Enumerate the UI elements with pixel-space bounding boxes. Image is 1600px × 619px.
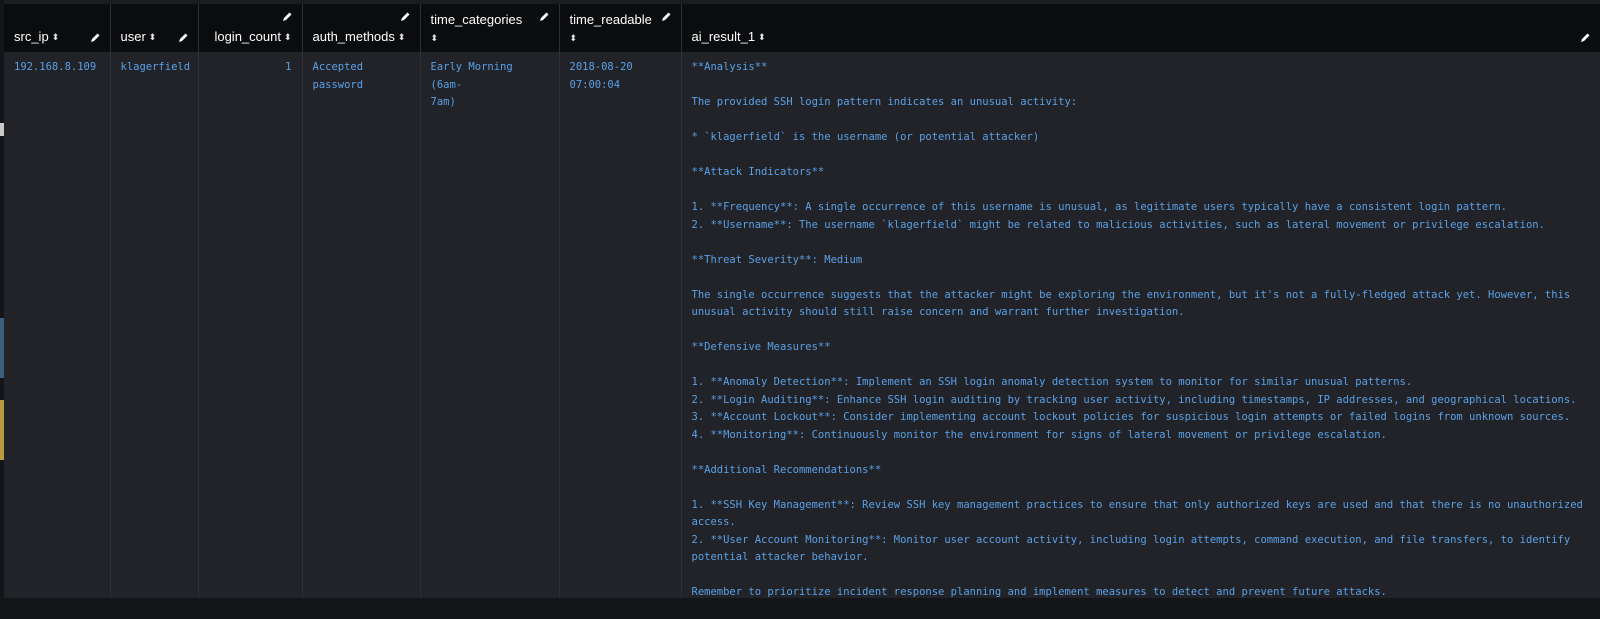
column-header-label: time_readable [569,12,652,27]
ai-result-line: * `klagerfield` is the username (or pote… [691,131,1040,143]
cell-ai-result-1[interactable]: **Analysis** The provided SSH login patte… [681,52,1600,611]
ai-result-line [692,234,1590,252]
ai-result-line: **Defensive Measures** [691,341,831,353]
column-header-time-readable[interactable]: time_readable ⬍ [559,4,682,52]
cell-value-line: Early Morning (6am- [430,61,513,91]
bottom-bar [4,598,1600,619]
column-header-label: user [120,29,146,44]
results-table: src_ip ⬍ user ⬍ login_count ⬍ auth_methods ⬍… [4,4,1600,611]
pencil-icon[interactable] [538,11,550,23]
cell-login-count[interactable]: 1 [198,52,303,611]
ai-result-line [692,269,1590,287]
cell-user[interactable]: klagerfield [110,52,199,611]
cell-value: klagerfield [120,61,191,73]
cell-value-line: password [312,78,364,91]
ai-result-line: **Additional Recommendations** [691,463,882,476]
ai-result-line [692,77,1590,95]
column-header-time-categories[interactable]: time_categories ⬍ [420,4,560,52]
table-row: 192.168.8.109 klagerfield 1 Accepted pas… [4,52,1600,611]
ai-result-line: 1. **SSH Key Management**: Review SSH ke… [691,498,1583,511]
sort-icon[interactable]: ⬍ [570,33,671,44]
ai-result-line [692,444,1590,462]
cell-auth-methods[interactable]: Accepted password [302,52,421,611]
ai-result-text: **Analysis** The provided SSH login patte… [692,59,1590,602]
ai-result-line [692,322,1590,340]
pencil-icon[interactable] [1579,32,1591,44]
cell-time-categories[interactable]: Early Morning (6am- 7am) [420,52,560,611]
column-header-label: ai_result_1 [691,29,756,44]
ai-result-line: **Analysis** [691,61,768,73]
sort-icon[interactable]: ⬍ [149,32,157,43]
ai-result-line: potential attacker behavior. [691,551,869,563]
ai-result-line: 4. **Monitoring**: Continuously monitor … [691,428,1387,441]
column-header-auth-methods[interactable]: auth_methods ⬍ [302,4,421,52]
ai-result-line: 1. **Frequency**: A single occurrence of… [691,201,1507,213]
table-header-row: src_ip ⬍ user ⬍ login_count ⬍ auth_methods ⬍… [4,4,1600,52]
ai-result-line [692,147,1590,165]
sort-icon[interactable]: ⬍ [431,33,549,44]
sort-icon[interactable]: ⬍ [52,32,60,43]
ai-result-line [692,182,1590,200]
ai-result-line: **Threat Severity**: Medium [691,253,863,266]
pencil-icon[interactable] [660,11,672,23]
ai-result-line [692,357,1590,375]
column-header-user[interactable]: user ⬍ [110,4,199,52]
column-header-label: auth_methods [312,29,395,44]
pencil-icon[interactable] [399,11,411,23]
cell-value-line: 2018-08-20 [569,61,633,73]
column-header-login-count[interactable]: login_count ⬍ [198,4,303,52]
ai-result-line: 1. **Anomaly Detection**: Implement an S… [691,376,1413,388]
column-header-label: login_count [214,29,281,44]
ai-result-line: The single occurrence suggests that the … [691,288,1571,301]
sort-icon[interactable]: ⬍ [284,32,292,43]
ai-result-line: 2. **Login Auditing**: Enhance SSH login… [691,393,1577,406]
ai-result-line: The provided SSH login pattern indicates… [691,96,1078,108]
ai-result-line: **Attack Indicators** [691,166,825,178]
cell-value-line: Accepted [312,61,364,73]
ai-result-line [692,112,1590,130]
ai-result-line [692,479,1590,497]
ai-result-line [692,567,1590,585]
sort-icon[interactable]: ⬍ [758,32,766,43]
column-header-ai-result-1[interactable]: ai_result_1 ⬍ [681,4,1600,52]
cell-src-ip[interactable]: 192.168.8.109 [4,52,111,611]
pencil-icon[interactable] [177,32,189,44]
ai-result-line: unusual activity should still raise conc… [691,306,1185,318]
cell-value-line: 07:00:04 [569,78,621,91]
cell-time-readable[interactable]: 2018-08-20 07:00:04 [559,52,682,611]
ai-result-line: 2. **User Account Monitoring**: Monitor … [691,533,1571,546]
results-table-panel: src_ip ⬍ user ⬍ login_count ⬍ auth_methods ⬍… [4,4,1600,611]
column-header-src-ip[interactable]: src_ip ⬍ [4,4,111,52]
cell-value: 192.168.8.109 [14,61,97,73]
ai-result-line: access. [691,516,736,528]
ai-result-line: 2. **Username**: The username `klagerfie… [691,218,1545,231]
column-header-label: time_categories [430,12,523,27]
cell-value: 1 [285,61,292,73]
pencil-icon[interactable] [281,11,293,23]
pencil-icon[interactable] [89,32,101,44]
ai-result-line: 3. **Account Lockout**: Consider impleme… [691,411,1571,423]
column-header-label: src_ip [14,29,49,44]
cell-value-line: 7am) [430,96,456,108]
sort-icon[interactable]: ⬍ [398,32,406,43]
